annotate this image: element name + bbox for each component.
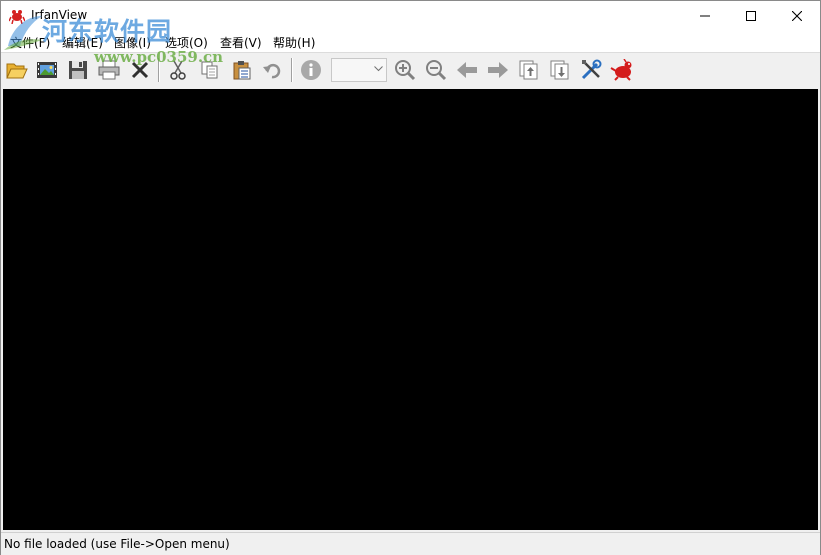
undo-icon xyxy=(263,63,281,79)
last-file-button[interactable] xyxy=(547,57,573,83)
slideshow-button[interactable] xyxy=(34,57,60,83)
window-title: IrfanView xyxy=(31,8,88,22)
maximize-button[interactable] xyxy=(728,1,774,31)
open-folder-icon xyxy=(6,63,28,79)
menu-edit[interactable]: 编辑(E) xyxy=(60,34,105,51)
copy-button[interactable] xyxy=(197,57,223,83)
about-button[interactable] xyxy=(609,57,635,83)
maximize-icon xyxy=(746,11,756,21)
first-file-button[interactable] xyxy=(516,57,542,83)
info-button[interactable] xyxy=(298,57,324,83)
toolbar-separator xyxy=(158,58,160,82)
settings-icon xyxy=(581,59,602,80)
previous-file-button[interactable] xyxy=(454,57,480,83)
irfanview-app-icon[interactable] xyxy=(8,8,26,25)
copy-icon xyxy=(201,61,218,79)
image-viewport[interactable] xyxy=(3,89,818,530)
status-bar: No file loaded (use File->Open menu) xyxy=(1,532,820,555)
close-button[interactable] xyxy=(774,1,820,31)
slideshow-icon xyxy=(37,62,57,78)
zoom-in-icon xyxy=(395,60,416,81)
menu-image[interactable]: 图像(I) xyxy=(112,34,153,51)
next-icon xyxy=(488,62,508,78)
zoom-in-button[interactable] xyxy=(392,57,418,83)
save-icon xyxy=(69,61,87,79)
toolbar-separator xyxy=(291,58,293,82)
settings-button[interactable] xyxy=(578,57,604,83)
menu-options[interactable]: 选项(O) xyxy=(163,34,210,51)
save-button[interactable] xyxy=(65,57,91,83)
previous-icon xyxy=(457,62,477,78)
delete-icon xyxy=(131,61,149,79)
open-button[interactable] xyxy=(4,57,30,83)
title-bar[interactable]: IrfanView xyxy=(1,1,820,31)
menu-view[interactable]: 查看(V) xyxy=(218,34,264,51)
paste-icon xyxy=(233,61,251,80)
zoom-out-button[interactable] xyxy=(423,57,449,83)
toolbar xyxy=(1,52,820,88)
about-icon xyxy=(610,59,632,81)
minimize-icon xyxy=(700,15,710,17)
print-button[interactable] xyxy=(96,57,122,83)
paste-button[interactable] xyxy=(229,57,255,83)
last-file-icon xyxy=(550,60,569,80)
irfanview-window: IrfanView 文件(F) 编辑(E) 图像(I) 选项(O) 查看(V) … xyxy=(0,0,821,555)
status-text: No file loaded (use File->Open menu) xyxy=(4,537,230,551)
info-icon xyxy=(301,60,321,80)
menu-bar: 文件(F) 编辑(E) 图像(I) 选项(O) 查看(V) 帮助(H) xyxy=(1,31,820,52)
first-file-icon xyxy=(519,60,538,80)
zoom-select[interactable] xyxy=(331,58,387,82)
menu-help[interactable]: 帮助(H) xyxy=(271,34,317,51)
cut-icon xyxy=(170,60,186,80)
close-icon xyxy=(792,11,802,21)
print-icon xyxy=(98,60,120,80)
minimize-button[interactable] xyxy=(682,1,728,31)
delete-button[interactable] xyxy=(127,57,153,83)
menu-file[interactable]: 文件(F) xyxy=(8,34,52,51)
next-file-button[interactable] xyxy=(485,57,511,83)
chevron-down-icon xyxy=(374,66,383,72)
zoom-out-icon xyxy=(426,60,447,81)
cut-button[interactable] xyxy=(165,57,191,83)
undo-button[interactable] xyxy=(259,57,285,83)
